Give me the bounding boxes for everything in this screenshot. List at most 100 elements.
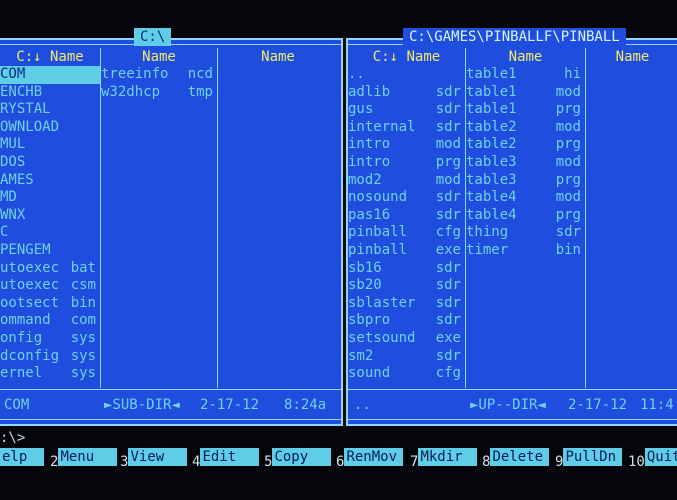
file-entry[interactable]: dconfig sys	[0, 348, 100, 366]
fkey-delete[interactable]: 8 Delete	[482, 448, 550, 470]
file-entry[interactable]: pas16 sdr	[348, 207, 465, 225]
column-header[interactable]: Name	[101, 48, 217, 66]
file-entry[interactable]: setsound exe	[348, 330, 465, 348]
file-extension: com	[70, 312, 96, 329]
file-entry[interactable]: table2 mod	[466, 119, 585, 137]
fkey-renmov[interactable]: 6 RenMov	[336, 448, 404, 470]
file-entry[interactable]: ommand com	[0, 312, 100, 330]
file-entry[interactable]: table3 mod	[466, 154, 585, 172]
file-extension: sdr	[435, 118, 461, 135]
file-entry[interactable]: internal sdr	[348, 119, 465, 137]
fkey-view[interactable]: 3 View	[120, 448, 188, 470]
file-entry[interactable]: sbpro sdr	[348, 312, 465, 330]
fkey-copy[interactable]: 5 Copy	[264, 448, 332, 470]
file-name: adlib	[348, 83, 391, 100]
file-entry[interactable]: ENCHB	[0, 84, 100, 102]
file-name: pas16	[348, 206, 391, 223]
fkey-quit[interactable]: 10 Quit	[628, 448, 677, 470]
file-name: MUL	[0, 136, 26, 153]
column-header[interactable]: Name	[218, 48, 338, 66]
file-extension: sdr	[435, 189, 461, 206]
file-entry[interactable]: COM	[0, 66, 100, 84]
file-name: OWNLOAD	[0, 118, 60, 135]
file-entry[interactable]: nosound sdr	[348, 189, 465, 207]
file-name: table2	[466, 118, 517, 135]
file-entry[interactable]: WNX	[0, 207, 100, 225]
status-type: ►SUB-DIR◄	[104, 397, 180, 413]
column-header[interactable]: Name	[466, 48, 585, 66]
file-extension: mod	[555, 189, 581, 206]
file-extension: cfg	[435, 365, 461, 382]
file-entry[interactable]: timer bin	[466, 242, 585, 260]
right-col-3: Name	[586, 48, 677, 388]
file-entry[interactable]: RYSTAL	[0, 101, 100, 119]
fkey-label: Delete	[490, 448, 550, 466]
file-entry[interactable]: sblaster sdr	[348, 295, 465, 313]
file-name: intro	[348, 136, 391, 153]
file-entry[interactable]: sound cfg	[348, 365, 465, 383]
file-entry[interactable]: table1 hi	[466, 66, 585, 84]
file-extension: prg	[555, 171, 581, 188]
file-entry[interactable]: utoexec bat	[0, 260, 100, 278]
file-entry[interactable]: intro mod	[348, 136, 465, 154]
fkey-label: RenMov	[344, 448, 404, 466]
left-col-3: Name	[218, 48, 338, 388]
file-extension: sdr	[435, 347, 461, 364]
file-entry[interactable]: w32dhcp tmp	[101, 84, 217, 102]
right-panel-path[interactable]: C:\GAMES\PINBALLF\PINBALL	[403, 28, 626, 46]
file-entry[interactable]: intro prg	[348, 154, 465, 172]
column-header[interactable]: Name	[586, 48, 677, 66]
file-entry[interactable]: table1 mod	[466, 84, 585, 102]
norton-commander-screen: C:\ C:↓ Name COM ENCHB RYSTAL OWNLOAD MUL DOS…	[0, 0, 677, 500]
fkey-mkdir[interactable]: 7 Mkdir	[410, 448, 478, 470]
file-entry[interactable]: adlib sdr	[348, 84, 465, 102]
file-entry[interactable]: table4 prg	[466, 207, 585, 225]
file-entry[interactable]: utoexec csm	[0, 277, 100, 295]
column-header[interactable]: C:↓ Name	[348, 48, 465, 66]
file-entry[interactable]: sm2 sdr	[348, 348, 465, 366]
file-name: gus	[348, 101, 374, 118]
file-entry[interactable]: pinball exe	[348, 242, 465, 260]
file-entry[interactable]: table2 prg	[466, 136, 585, 154]
fkey-label: Copy	[272, 448, 332, 466]
file-name: mod2	[348, 171, 382, 188]
file-entry[interactable]: DOS	[0, 154, 100, 172]
left-panel[interactable]: C:\ C:↓ Name COM ENCHB RYSTAL OWNLOAD MUL DOS…	[0, 28, 343, 426]
file-entry[interactable]: sb20 sdr	[348, 277, 465, 295]
fkey-menu[interactable]: 2 Menu	[50, 448, 118, 470]
file-list: table1 hi table1 mod table1 prg table2 mod table…	[466, 66, 585, 260]
file-entry[interactable]: table3 prg	[466, 172, 585, 190]
file-entry[interactable]: AMES	[0, 172, 100, 190]
fkey-pulldn[interactable]: 9 PullDn	[555, 448, 623, 470]
file-entry[interactable]: MUL	[0, 136, 100, 154]
file-entry[interactable]: PENGEM	[0, 242, 100, 260]
file-entry[interactable]: treeinfo ncd	[101, 66, 217, 84]
file-entry[interactable]: OWNLOAD	[0, 119, 100, 137]
file-entry[interactable]: ernel sys	[0, 365, 100, 383]
right-panel[interactable]: C:\GAMES\PINBALLF\PINBALL C:↓ Name .. adl…	[346, 28, 677, 426]
file-extension: csm	[70, 277, 96, 294]
file-entry[interactable]: pinball cfg	[348, 224, 465, 242]
file-entry[interactable]: sb16 sdr	[348, 260, 465, 278]
file-extension: sdr	[555, 224, 581, 241]
left-panel-path[interactable]: C:\	[134, 28, 172, 46]
fkey-elp[interactable]: elp	[0, 448, 44, 470]
file-entry[interactable]: table4 mod	[466, 189, 585, 207]
file-extension: sdr	[435, 294, 461, 311]
file-entry[interactable]: table1 prg	[466, 101, 585, 119]
file-entry[interactable]: onfig sys	[0, 330, 100, 348]
file-entry[interactable]: MD	[0, 189, 100, 207]
file-entry[interactable]: thing sdr	[466, 224, 585, 242]
file-name: sm2	[348, 347, 374, 364]
file-entry[interactable]: ..	[348, 66, 465, 84]
file-name: ommand	[0, 312, 51, 329]
file-entry[interactable]: gus sdr	[348, 101, 465, 119]
file-entry[interactable]: mod2 mod	[348, 172, 465, 190]
file-entry[interactable]: ootsect bin	[0, 295, 100, 313]
function-key-bar: elp 2 Menu 3 View 4 Edit 5 Copy 6 RenMov 7 Mkdir 8 Del…	[0, 448, 677, 470]
fkey-edit[interactable]: 4 Edit	[192, 448, 260, 470]
command-prompt[interactable]: :\>	[0, 430, 25, 446]
file-extension: bin	[70, 294, 96, 311]
column-header[interactable]: C:↓ Name	[0, 48, 100, 66]
file-entry[interactable]: C	[0, 224, 100, 242]
